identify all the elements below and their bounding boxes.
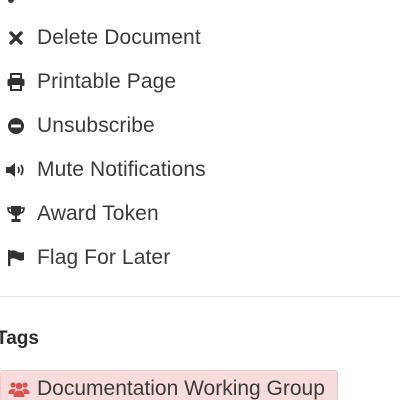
action-list: Delete Document Printable Page Unsubscri… bbox=[0, 16, 400, 280]
printable-page-label: Printable Page bbox=[37, 70, 177, 93]
unsubscribe-label: Unsubscribe bbox=[37, 114, 155, 137]
flag-for-later-label: Flag For Later bbox=[37, 246, 171, 269]
volume-icon bbox=[3, 160, 29, 180]
unsubscribe-action[interactable]: Unsubscribe bbox=[0, 104, 400, 148]
delete-document-action[interactable]: Delete Document bbox=[0, 16, 400, 60]
award-token-label: Award Token bbox=[37, 202, 159, 225]
minus-circle-icon bbox=[3, 116, 29, 136]
clipped-icon-shape bbox=[8, 0, 14, 3]
section-divider bbox=[0, 296, 400, 297]
print-icon bbox=[3, 72, 29, 92]
award-token-action[interactable]: Award Token bbox=[0, 192, 400, 236]
document-actions-panel: Delete Document Printable Page Unsubscri… bbox=[0, 0, 400, 400]
times-icon bbox=[3, 28, 29, 48]
trophy-icon bbox=[3, 204, 29, 224]
clipped-icon bbox=[0, 0, 20, 4]
tag-label: Documentation Working Group bbox=[37, 377, 325, 400]
tags-heading: Tags bbox=[0, 328, 39, 349]
tag-documentation-working-group[interactable]: Documentation Working Group bbox=[0, 370, 338, 400]
mute-notifications-label: Mute Notifications bbox=[37, 158, 206, 181]
delete-document-label: Delete Document bbox=[37, 26, 201, 49]
flag-icon bbox=[3, 248, 29, 268]
flag-for-later-action[interactable]: Flag For Later bbox=[0, 236, 400, 280]
printable-page-action[interactable]: Printable Page bbox=[0, 60, 400, 104]
users-icon bbox=[7, 380, 31, 398]
mute-notifications-action[interactable]: Mute Notifications bbox=[0, 148, 400, 192]
